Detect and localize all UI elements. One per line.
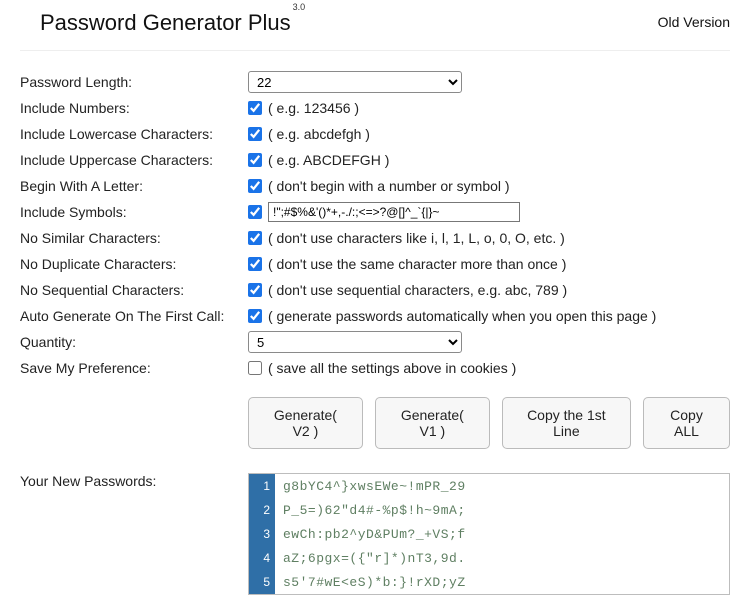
begin-letter-checkbox[interactable]: [248, 179, 262, 193]
lowercase-hint: ( e.g. abcdefgh ): [268, 126, 370, 142]
no-duplicate-checkbox[interactable]: [248, 257, 262, 271]
generate-v2-button[interactable]: Generate( V2 ): [248, 397, 363, 449]
length-label: Password Length:: [20, 74, 248, 90]
save-pref-hint: ( save all the settings above in cookies…: [268, 360, 516, 376]
password-value[interactable]: aZ;6pgx=({"r]*)nT3,9d.: [275, 546, 729, 570]
numbers-hint: ( e.g. 123456 ): [268, 100, 359, 116]
no-duplicate-label: No Duplicate Characters:: [20, 256, 248, 272]
password-line: 1g8bYC4^}xwsEWe~!mPR_29: [249, 474, 729, 498]
numbers-label: Include Numbers:: [20, 100, 248, 116]
password-value[interactable]: P_5=)62"d4#-%p$!h~9mA;: [275, 498, 729, 522]
auto-gen-hint: ( generate passwords automatically when …: [268, 308, 656, 324]
results-box: 1g8bYC4^}xwsEWe~!mPR_292P_5=)62"d4#-%p$!…: [248, 473, 730, 595]
password-value[interactable]: ewCh:pb2^yD&PUm?_+VS;f: [275, 522, 729, 546]
copy-first-button[interactable]: Copy the 1st Line: [502, 397, 631, 449]
password-line-number: 1: [249, 474, 275, 498]
auto-gen-label: Auto Generate On The First Call:: [20, 308, 248, 324]
lowercase-checkbox[interactable]: [248, 127, 262, 141]
no-similar-hint: ( don't use characters like i, l, 1, L, …: [268, 230, 565, 246]
password-value[interactable]: s5'7#wE<eS)*b:}!rXD;yZ: [275, 570, 729, 594]
save-pref-label: Save My Preference:: [20, 360, 248, 376]
password-line-number: 5: [249, 570, 275, 594]
no-similar-checkbox[interactable]: [248, 231, 262, 245]
begin-letter-hint: ( don't begin with a number or symbol ): [268, 178, 510, 194]
settings-form: Password Length: 22 Include Numbers: ( e…: [20, 69, 730, 381]
no-sequential-checkbox[interactable]: [248, 283, 262, 297]
password-value[interactable]: g8bYC4^}xwsEWe~!mPR_29: [275, 474, 729, 498]
version-badge: 3.0: [293, 2, 306, 12]
no-sequential-label: No Sequential Characters:: [20, 282, 248, 298]
old-version-link[interactable]: Old Version: [658, 10, 730, 30]
symbols-checkbox[interactable]: [248, 205, 262, 219]
numbers-checkbox[interactable]: [248, 101, 262, 115]
results-label: Your New Passwords:: [20, 473, 248, 489]
uppercase-label: Include Uppercase Characters:: [20, 152, 248, 168]
password-line: 2P_5=)62"d4#-%p$!h~9mA;: [249, 498, 729, 522]
copy-all-button[interactable]: Copy ALL: [643, 397, 730, 449]
password-line-number: 3: [249, 522, 275, 546]
symbols-input[interactable]: [268, 202, 520, 222]
generate-v1-button[interactable]: Generate( V1 ): [375, 397, 490, 449]
symbols-label: Include Symbols:: [20, 204, 248, 220]
quantity-select[interactable]: 5: [248, 331, 462, 353]
begin-letter-label: Begin With A Letter:: [20, 178, 248, 194]
no-sequential-hint: ( don't use sequential characters, e.g. …: [268, 282, 567, 298]
password-line: 4aZ;6pgx=({"r]*)nT3,9d.: [249, 546, 729, 570]
uppercase-hint: ( e.g. ABCDEFGH ): [268, 152, 389, 168]
lowercase-label: Include Lowercase Characters:: [20, 126, 248, 142]
length-select[interactable]: 22: [248, 71, 462, 93]
password-line-number: 2: [249, 498, 275, 522]
password-line-number: 4: [249, 546, 275, 570]
save-pref-checkbox[interactable]: [248, 361, 262, 375]
auto-gen-checkbox[interactable]: [248, 309, 262, 323]
no-duplicate-hint: ( don't use the same character more than…: [268, 256, 566, 272]
password-line: 3ewCh:pb2^yD&PUm?_+VS;f: [249, 522, 729, 546]
title-text: Password Generator Plus: [40, 10, 291, 35]
password-line: 5s5'7#wE<eS)*b:}!rXD;yZ: [249, 570, 729, 594]
uppercase-checkbox[interactable]: [248, 153, 262, 167]
no-similar-label: No Similar Characters:: [20, 230, 248, 246]
button-row: Generate( V2 ) Generate( V1 ) Copy the 1…: [248, 397, 730, 449]
page-title: Password Generator Plus3.0: [40, 10, 303, 36]
quantity-label: Quantity:: [20, 334, 248, 350]
